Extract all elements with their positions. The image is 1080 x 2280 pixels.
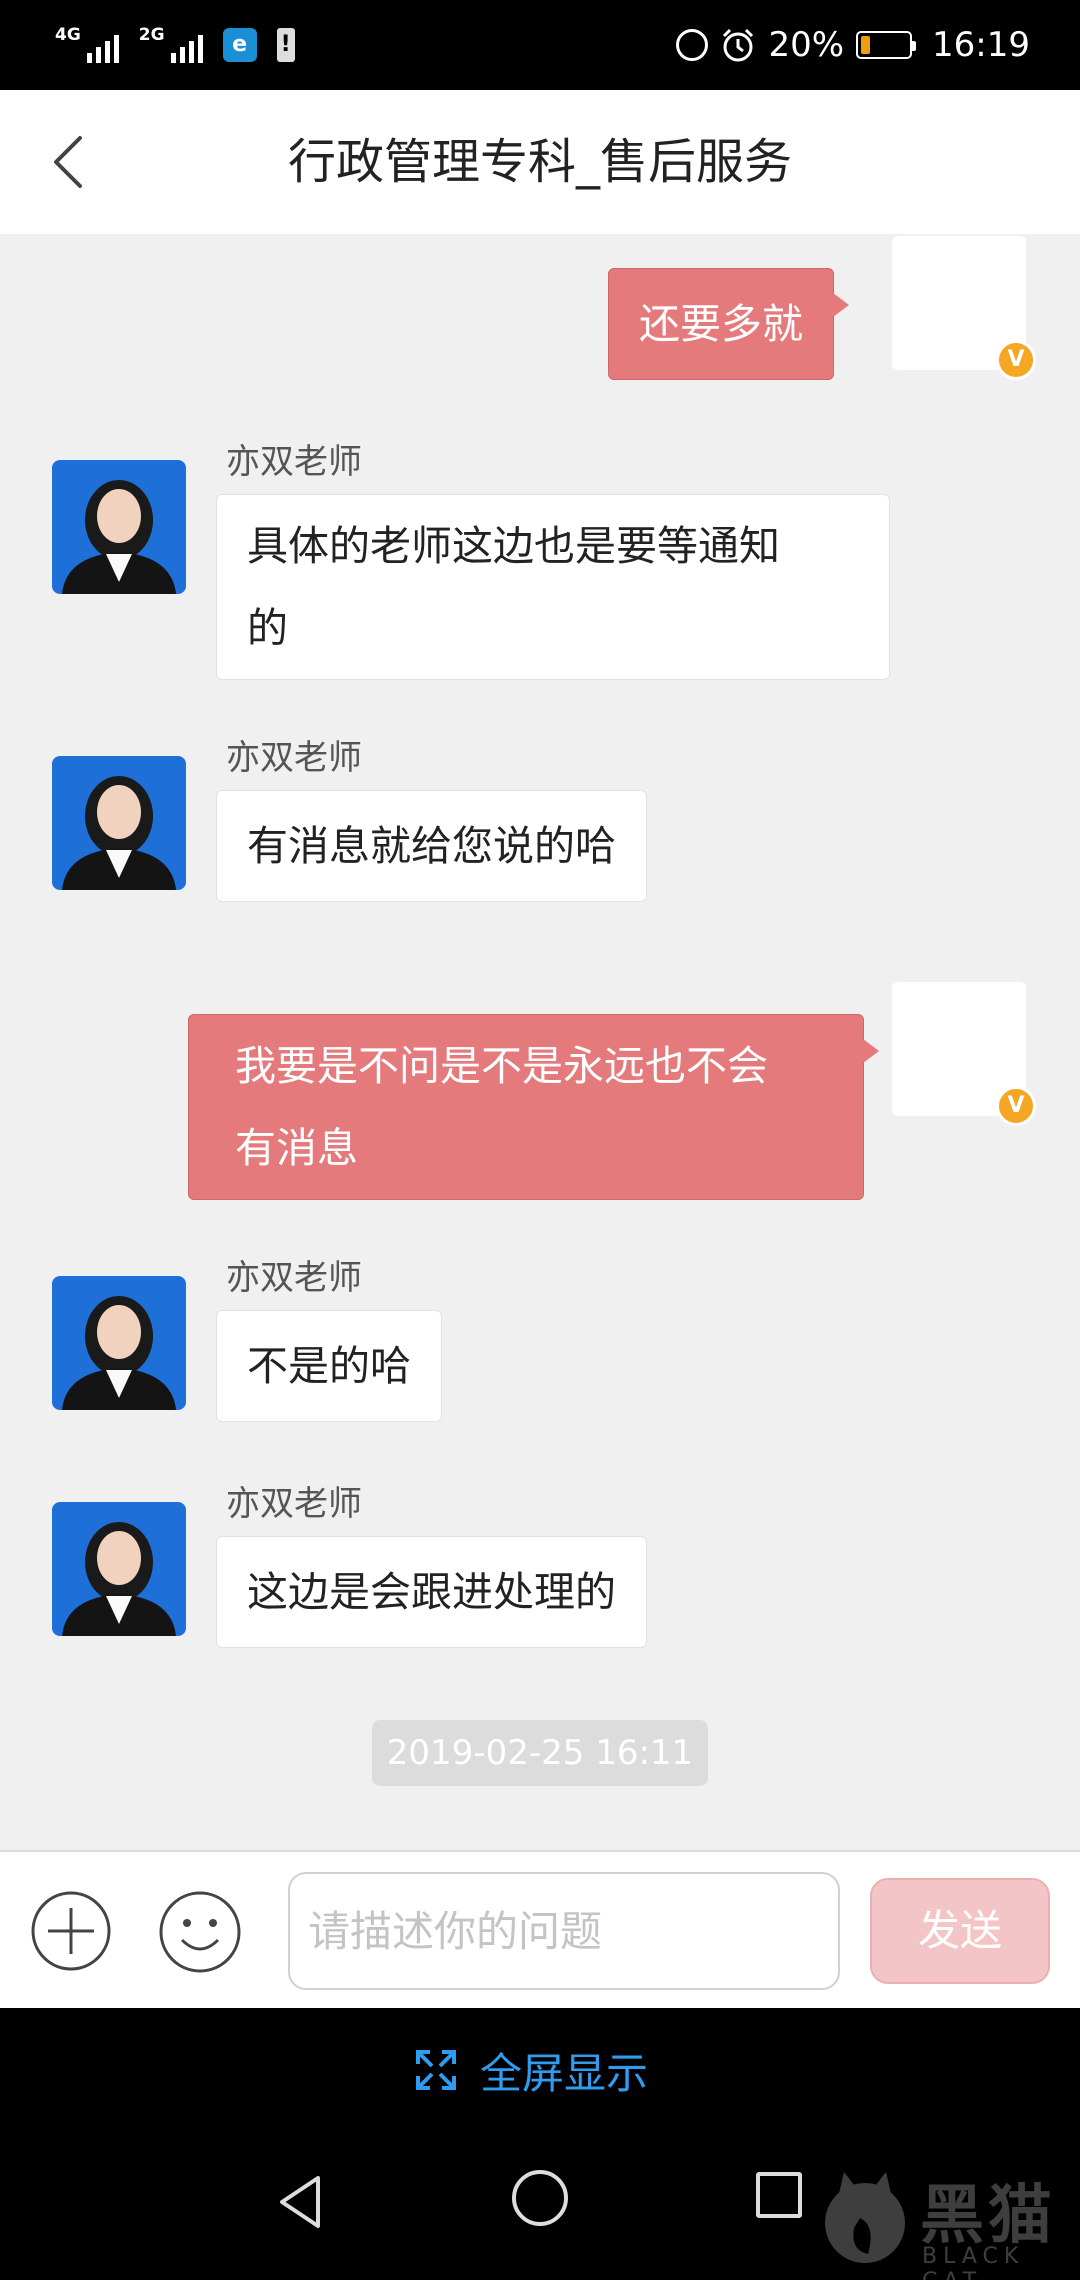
data-saver-icon — [676, 29, 709, 61]
battery-percent: 20% — [768, 25, 845, 65]
teacher-avatar[interactable] — [52, 1502, 186, 1636]
message-text-line: 具体的老师这边也是要等通知 — [247, 522, 780, 570]
teacher-photo — [52, 756, 186, 890]
teacher-photo — [52, 1276, 186, 1410]
sender-name: 亦双老师 — [226, 738, 362, 778]
outgoing-message-bubble[interactable]: 还要多就 — [608, 268, 849, 380]
status-bar: 4G 2G e ! 20% 16:19 — [0, 0, 1080, 90]
clock: 16:19 — [932, 25, 1030, 65]
fullscreen-button[interactable]: 全屏显示 — [414, 2042, 648, 2098]
teacher-photo — [52, 460, 186, 594]
nav-recent-icon[interactable] — [756, 2172, 802, 2218]
battery-icon — [856, 31, 917, 59]
black-cat-logo-icon — [825, 2172, 905, 2263]
alarm-icon — [723, 28, 754, 62]
watermark: 黑猫 BLACK CAT — [810, 2158, 1080, 2280]
sender-name: 亦双老师 — [226, 442, 362, 482]
incoming-message-bubble[interactable]: 有消息就给您说的哈 — [216, 790, 647, 902]
teacher-avatar[interactable] — [52, 460, 186, 594]
sender-name: 亦双老师 — [226, 1258, 362, 1298]
message-text: 有消息就给您说的哈 — [247, 822, 616, 870]
send-button[interactable]: 发送 — [870, 1878, 1050, 1984]
fullscreen-label: 全屏显示 — [480, 2048, 649, 2098]
nav-home-icon[interactable] — [512, 2170, 568, 2226]
signal-2g-icon: 2G — [139, 27, 203, 63]
status-left-group: 4G 2G e ! — [55, 22, 295, 68]
plus-circle-icon[interactable] — [30, 1890, 112, 1972]
nav-back-icon[interactable] — [270, 2170, 334, 2234]
chat-header: 行政管理专科_售后服务 — [0, 90, 1080, 234]
message-timestamp: 2019-02-25 16:11 — [372, 1720, 708, 1786]
watermark-text: 黑猫 — [920, 2179, 1056, 2253]
teacher-avatar[interactable] — [52, 1276, 186, 1410]
message-text: 还要多就 — [639, 300, 803, 348]
message-input[interactable] — [288, 1872, 840, 1990]
network-type-2: 2G — [138, 25, 165, 45]
emoji-face-icon[interactable] — [158, 1890, 242, 1974]
incoming-message-bubble[interactable]: 不是的哈 — [216, 1310, 442, 1422]
chat-message-list[interactable]: 还要多就 V 亦双老师 具体的老师这边也是要等通知 的 亦双老师 有消息就给您说… — [0, 234, 1080, 1850]
outgoing-message-bubble[interactable]: 我要是不问是不是永远也不会 有消息 — [188, 1014, 879, 1200]
message-text-line: 有消息 — [235, 1124, 358, 1172]
teacher-avatar[interactable] — [52, 756, 186, 890]
teacher-photo — [52, 1502, 186, 1636]
fullscreen-expand-icon — [416, 2050, 456, 2090]
page-title: 行政管理专科_售后服务 — [287, 134, 792, 190]
sender-name: 亦双老师 — [226, 1484, 362, 1524]
battery-fill — [861, 36, 871, 54]
browser-app-icon: e — [222, 28, 257, 62]
message-text-line: 我要是不问是不是永远也不会 — [235, 1042, 768, 1090]
input-bar: 发送 — [0, 1850, 1080, 2008]
verified-badge: V — [996, 1086, 1036, 1126]
message-text: 这边是会跟进处理的 — [247, 1568, 616, 1616]
message-text-line: 的 — [247, 604, 288, 652]
warning-icon: ! — [276, 28, 295, 62]
network-type-1: 4G — [55, 25, 81, 45]
watermark-subtext: BLACK CAT — [922, 2244, 1025, 2280]
fullscreen-bar: 全屏显示 — [0, 2008, 1080, 2130]
verified-badge: V — [996, 340, 1036, 380]
status-right-group: 20% 16:19 — [676, 22, 1030, 68]
signal-4g-icon: 4G — [55, 27, 119, 63]
incoming-message-bubble[interactable]: 具体的老师这边也是要等通知 的 — [216, 494, 890, 680]
message-text: 不是的哈 — [247, 1342, 411, 1390]
incoming-message-bubble[interactable]: 这边是会跟进处理的 — [216, 1536, 647, 1648]
